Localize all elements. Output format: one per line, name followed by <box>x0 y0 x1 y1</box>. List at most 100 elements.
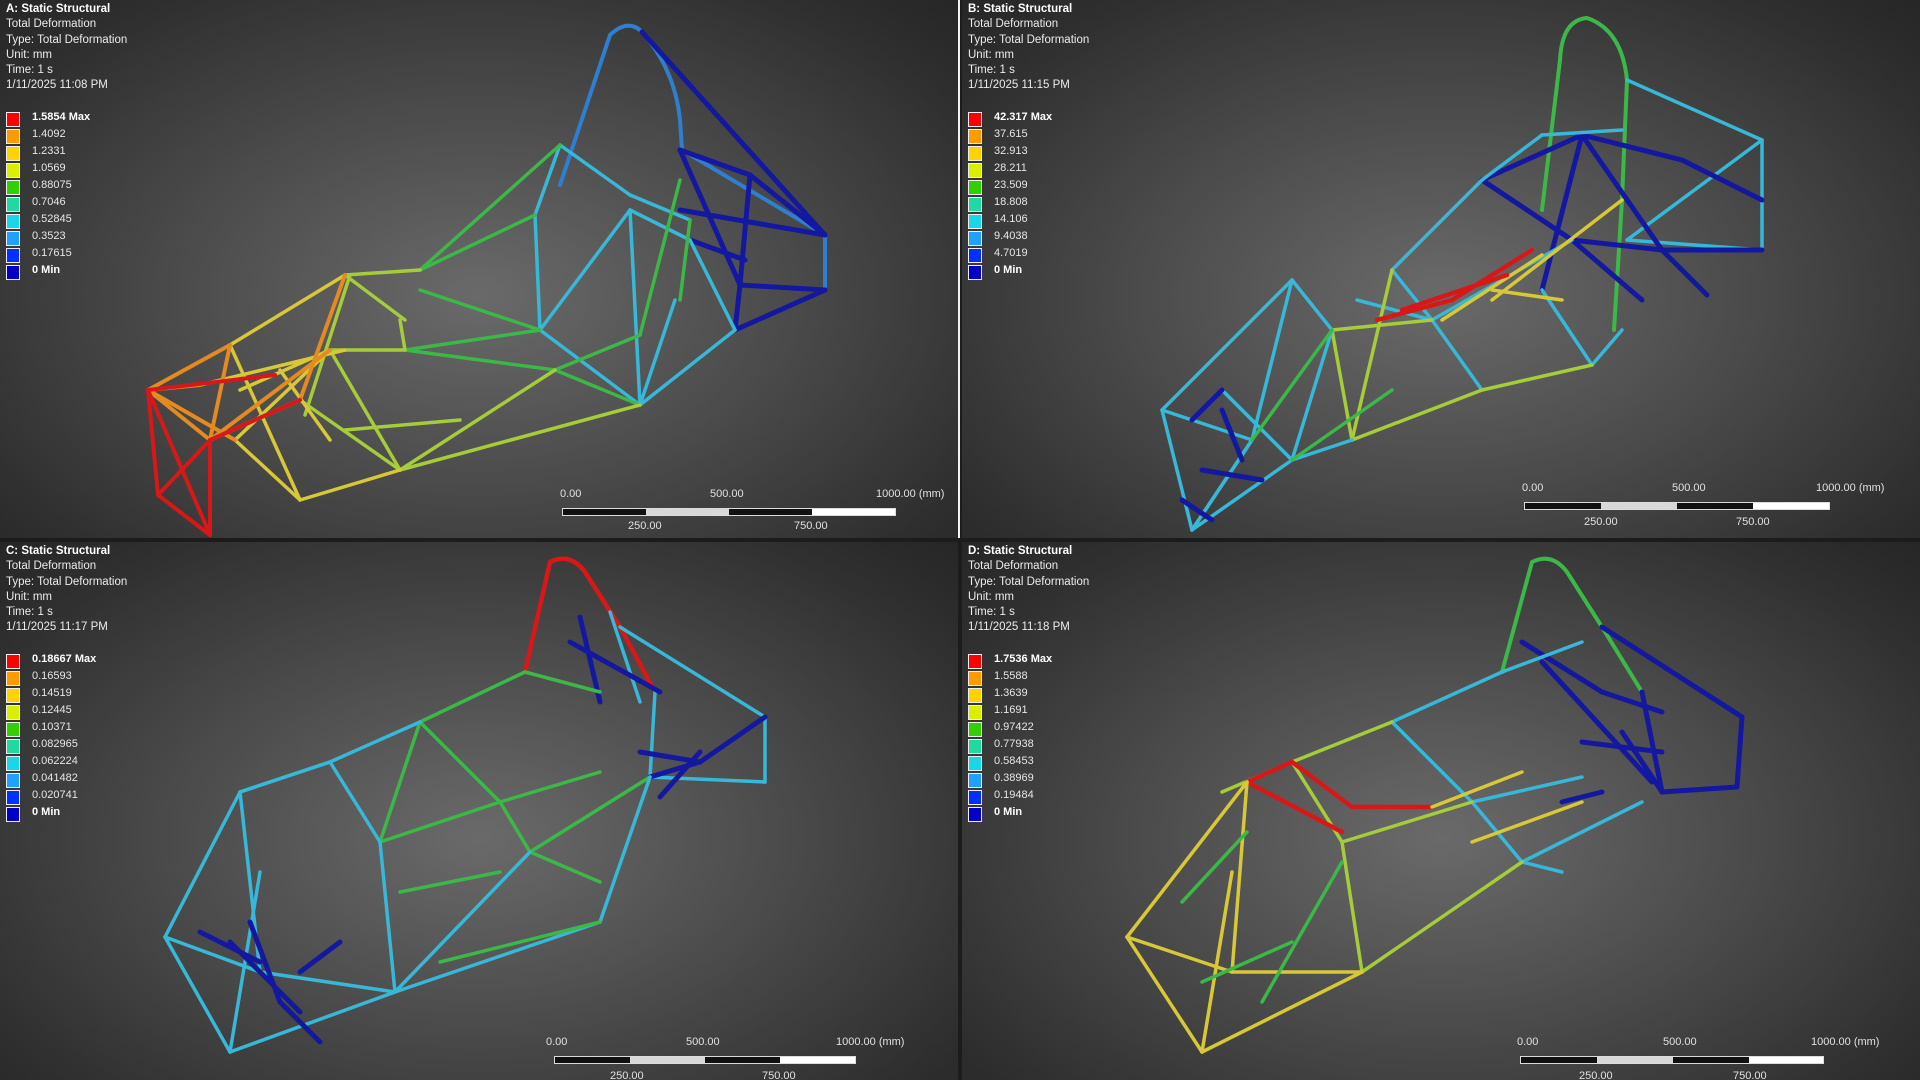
frame-model-c <box>163 556 768 1054</box>
legend-label: 0.18667 Max <box>32 653 97 665</box>
frame-member <box>1260 860 1344 1004</box>
legend-swatch <box>6 163 20 178</box>
frame-member <box>343 268 422 277</box>
frame-member <box>398 403 642 472</box>
result-line: Unit: mm <box>6 48 52 61</box>
legend-swatch <box>6 654 20 669</box>
frame-member <box>1230 780 1249 974</box>
frame-member <box>523 670 602 694</box>
legend-label: 0.88075 <box>32 179 72 191</box>
frame-member <box>238 760 332 794</box>
result-header-d: D: Static Structural Total Deformation T… <box>968 544 1089 636</box>
legend-swatch <box>6 129 20 144</box>
scale-tick-750: 750.00 <box>1733 1070 1767 1080</box>
frame-member <box>1290 278 1334 332</box>
scale-tick-500: 500.00 <box>1672 482 1706 494</box>
result-line: Total Deformation <box>6 18 97 31</box>
legend-swatch <box>6 197 20 212</box>
legend-label: 1.0569 <box>32 162 66 174</box>
frame-member <box>538 208 632 332</box>
frame-member <box>1330 318 1434 332</box>
frame-member <box>378 720 422 844</box>
frame-member <box>378 800 502 844</box>
frame-member <box>393 850 532 994</box>
frame-member <box>163 790 242 939</box>
frame-member <box>1200 970 1364 1054</box>
frame-member <box>1440 253 1544 322</box>
frame-member <box>1290 438 1354 462</box>
legend-swatch <box>6 756 20 771</box>
legend-label: 0.14519 <box>32 687 72 699</box>
frame-member <box>1540 288 1594 367</box>
frame-member <box>1190 438 1254 532</box>
frame-member <box>1500 640 1584 674</box>
frame-member <box>328 760 382 844</box>
frame-member <box>1340 840 1364 974</box>
scale-ruler <box>1520 1056 1824 1064</box>
legend-label: 1.2331 <box>32 145 66 157</box>
legend-swatch <box>6 705 20 720</box>
frame-member <box>732 282 743 333</box>
frame-member <box>1659 247 1710 298</box>
scale-tick-250: 250.00 <box>610 1070 644 1080</box>
viewport-divider-horizontal[interactable] <box>0 538 1920 542</box>
frame-model-b <box>1160 16 1765 532</box>
viewport-a[interactable]: A: Static Structural Total Deformation T… <box>0 0 958 538</box>
scale-tick-1000: 1000.00 (mm) <box>836 1036 905 1048</box>
frame-member <box>378 840 397 994</box>
legend-swatch <box>6 722 20 737</box>
frame-member <box>1490 198 1624 302</box>
frame-member <box>1350 388 1484 442</box>
frame-member <box>328 720 422 764</box>
result-line: Time: 1 s <box>968 606 1015 619</box>
scale-bar-c: 0.00 500.00 1000.00 (mm) 250.00 750.00 <box>546 1036 904 1080</box>
legend-label: 0 Min <box>32 806 61 818</box>
frame-member <box>1390 178 1484 272</box>
legend-label: 1.5588 <box>994 670 1028 682</box>
frame-member <box>343 418 462 432</box>
legend-label: 18.808 <box>994 196 1028 208</box>
frame-member <box>1540 128 1624 137</box>
viewport-d[interactable]: D: Static Structural Total Deformation T… <box>962 542 1920 1080</box>
legend-swatch <box>968 197 982 212</box>
result-line: Type: Total Deformation <box>6 33 128 46</box>
legend-swatch <box>6 773 20 788</box>
frame-member <box>1679 157 1765 203</box>
frame-member <box>398 870 502 894</box>
frame-member <box>1490 288 1564 302</box>
result-line: Total Deformation <box>6 560 97 573</box>
frame-member <box>1289 759 1355 810</box>
legend-label: 23.509 <box>994 179 1028 191</box>
result-line: Total Deformation <box>968 18 1059 31</box>
frame-member <box>418 670 527 724</box>
legend-label: 14.106 <box>994 213 1028 225</box>
frame-member <box>1250 278 1294 442</box>
frame-member <box>1480 363 1594 392</box>
legend-label: 42.317 Max <box>994 111 1053 123</box>
legend-swatch <box>968 790 982 805</box>
frame-member <box>737 172 753 288</box>
frame-member <box>1470 775 1584 804</box>
frame-member <box>1160 408 1194 532</box>
scale-tick-250: 250.00 <box>1584 516 1618 528</box>
legend-swatch <box>968 773 982 788</box>
frame-member <box>697 714 768 765</box>
scale-tick-500: 500.00 <box>686 1036 720 1048</box>
frame-member <box>1625 78 1764 142</box>
scale-tick-250: 250.00 <box>1579 1070 1613 1080</box>
legend-label: 1.3639 <box>994 687 1028 699</box>
legend-label: 0.082965 <box>32 738 78 750</box>
frame-member <box>648 775 767 784</box>
frame-member <box>1520 860 1564 874</box>
frame-member <box>418 288 542 332</box>
viewport-b[interactable]: B: Static Structural Total Deformation T… <box>962 0 1920 538</box>
result-line: Type: Total Deformation <box>968 575 1090 588</box>
scale-tick-1000: 1000.00 (mm) <box>1816 482 1885 494</box>
frame-member <box>1390 720 1474 804</box>
viewport-c[interactable]: C: Static Structural Total Deformation T… <box>0 542 958 1080</box>
legend-swatch <box>6 688 20 703</box>
frame-member <box>1125 935 1204 1054</box>
frame-member <box>1290 328 1334 462</box>
frame-member <box>558 143 632 197</box>
frame-member <box>403 348 557 372</box>
